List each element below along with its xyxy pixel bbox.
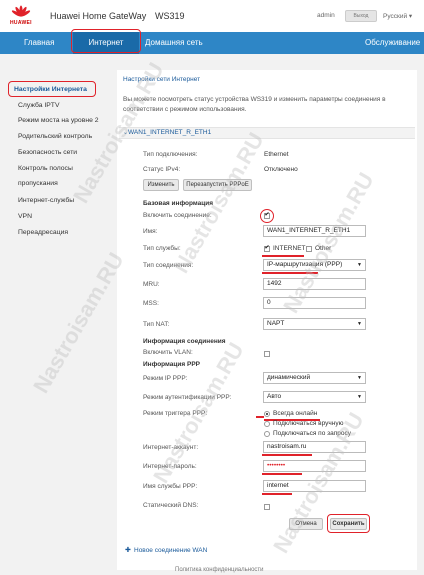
conn-type-label: Тип подключения: (143, 151, 198, 158)
underline-account (262, 454, 312, 456)
sidebar-item-iptv[interactable]: Служба IPTV (18, 102, 60, 109)
underline-password (262, 473, 302, 475)
sidebar-item-parental[interactable]: Родительский контроль (18, 133, 92, 140)
sidebar-item-forwarding[interactable]: Переадресация (18, 229, 68, 236)
highlight-enable-checkbox (260, 209, 274, 223)
highlight-save-button (327, 514, 370, 533)
nav-home-network[interactable]: Домашняя сеть (145, 32, 203, 54)
mss-label: MSS: (143, 300, 159, 307)
static-dns-label: Статический DNS: (143, 502, 199, 509)
new-wan-link[interactable]: Новое соединение WAN (134, 547, 207, 554)
main-nav: Главная Интернет Домашняя сеть Обслужива… (0, 32, 424, 54)
highlight-sidebar-item (8, 81, 96, 97)
plus-icon: ✚ (125, 547, 131, 554)
sidebar-item-services[interactable]: Интернет-службы (18, 197, 74, 204)
nat-value: NAPT (267, 320, 285, 327)
ipv4-status-label: Статус IPv4: (143, 166, 181, 173)
underline-service (262, 255, 304, 257)
model-name: WS319 (155, 11, 185, 21)
sidebar-item-bandwidth[interactable]: Контроль полосы (18, 165, 73, 172)
language-select[interactable]: Русский ▾ (383, 12, 412, 20)
ip-mode-label: Режим IP PPP: (143, 375, 188, 382)
underline-service-name (262, 493, 292, 495)
ip-mode-value: динамический (267, 374, 311, 381)
ipv4-status-value: Отключено (264, 166, 298, 173)
conn-type-value: Ethernet (264, 151, 289, 158)
service-internet-checkbox[interactable] (264, 244, 270, 252)
mru-label: MRU: (143, 281, 160, 288)
service-internet-label: INTERNET (273, 245, 306, 252)
vlan-checkbox[interactable] (264, 351, 270, 357)
highlight-nav-internet (71, 29, 141, 53)
vlan-label: Включить VLAN: (143, 349, 193, 356)
sidebar-item-vpn[interactable]: VPN (18, 213, 32, 220)
trigger-manual-label: Подключаться вручную (273, 420, 344, 427)
sidebar-item-bridge[interactable]: Режим моста на уровне 2 (18, 117, 99, 124)
top-bar: HUAWEI Huawei Home GateWay WS319 admin В… (0, 0, 424, 32)
brand-name: Huawei Home GateWay (50, 11, 147, 21)
ppp-info-heading: Информация PPP (143, 361, 200, 368)
watermark: Nastroisam.RU (28, 248, 129, 398)
privacy-link[interactable]: Политика конфиденциальности (175, 567, 264, 573)
huawei-logo-icon (11, 5, 31, 17)
dropdown-arrow-icon: ▼ (357, 262, 362, 268)
nat-label: Тип NAT: (143, 321, 170, 328)
logo-text: HUAWEI (10, 20, 32, 26)
user-name: admin (317, 12, 335, 19)
trigger-demand-radio[interactable] (264, 431, 270, 437)
auth-mode-value: Авто (267, 393, 282, 400)
name-label: Имя: (143, 228, 158, 235)
wan-section-title: WAN1_INTERNET_R_ETH1 (128, 129, 212, 136)
nav-home[interactable]: Главная (24, 32, 54, 54)
sidebar-item-security[interactable]: Безопасность сети (18, 149, 77, 156)
static-dns-checkbox[interactable] (264, 504, 270, 510)
dropdown-arrow-icon: ▼ (357, 394, 362, 400)
ip-mode-select[interactable]: динамический ▼ (263, 372, 366, 384)
logout-button[interactable]: Выход (345, 10, 377, 22)
nat-select[interactable]: NAPT ▼ (263, 318, 366, 330)
sidebar-item-bandwidth-2[interactable]: пропускания (18, 180, 58, 187)
pointer-trigger (256, 416, 264, 418)
auth-mode-select[interactable]: Авто ▼ (263, 391, 366, 403)
nav-maintenance[interactable]: Обслуживание (365, 32, 420, 54)
dropdown-arrow-icon: ▼ (357, 375, 362, 381)
trigger-manual-radio[interactable] (264, 421, 270, 427)
trigger-always-label: Всегда онлайн (273, 410, 318, 417)
change-button[interactable]: Изменить (143, 179, 179, 191)
conn-info-heading: Информация соединения (143, 338, 226, 345)
trigger-always-radio[interactable] (264, 411, 270, 417)
dropdown-arrow-icon: ▼ (357, 321, 362, 327)
page-description: Вы можете посмотреть статус устройства W… (123, 96, 386, 113)
